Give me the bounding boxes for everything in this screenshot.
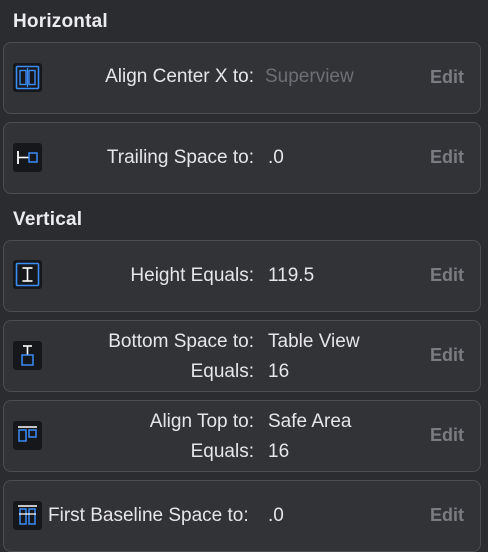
constraint-label-equals: Equals: bbox=[190, 361, 254, 382]
constraint-row-bottom-space[interactable]: Bottom Space to: Table View Equals: 16 E… bbox=[3, 320, 481, 392]
edit-button[interactable]: Edit bbox=[430, 505, 464, 526]
constraint-value[interactable]: Superview bbox=[265, 66, 354, 88]
edit-button[interactable]: Edit bbox=[430, 147, 464, 168]
constraint-value[interactable]: .0 bbox=[268, 147, 284, 169]
align-center-x-icon bbox=[13, 63, 42, 92]
edit-button[interactable]: Edit bbox=[430, 67, 464, 88]
section-title-vertical: Vertical bbox=[13, 209, 83, 230]
constraint-label: Align Center X to: bbox=[105, 66, 254, 87]
bottom-space-icon bbox=[13, 341, 42, 370]
constraint-row-align-center-x[interactable]: Align Center X to: Superview Edit bbox=[3, 42, 481, 114]
constraint-row-height[interactable]: Height Equals: 119.5 Edit bbox=[3, 240, 481, 312]
constraint-value[interactable]: Table View bbox=[268, 331, 360, 353]
constraint-label: Bottom Space to: bbox=[108, 331, 254, 352]
constraint-label: Trailing Space to: bbox=[106, 147, 254, 168]
constraint-value[interactable]: .0 bbox=[268, 505, 284, 527]
constraint-row-trailing-space[interactable]: Trailing Space to: .0 Edit bbox=[3, 122, 481, 194]
constraint-label: First Baseline Space to: bbox=[48, 505, 249, 526]
constraint-label: Align Top to: bbox=[149, 411, 254, 432]
trailing-space-icon bbox=[13, 143, 42, 172]
constraint-label-equals: Equals: bbox=[190, 441, 254, 462]
constraint-value-equals[interactable]: 16 bbox=[268, 441, 289, 463]
edit-button[interactable]: Edit bbox=[430, 345, 464, 366]
height-icon bbox=[13, 260, 42, 289]
constraint-value[interactable]: 119.5 bbox=[268, 265, 314, 287]
edit-button[interactable]: Edit bbox=[430, 425, 464, 446]
constraint-label: Height Equals: bbox=[130, 265, 254, 286]
edit-button[interactable]: Edit bbox=[430, 265, 464, 286]
align-top-icon bbox=[13, 421, 42, 450]
constraint-row-align-top[interactable]: Align Top to: Safe Area Equals: 16 Edit bbox=[3, 400, 481, 472]
constraint-value-equals[interactable]: 16 bbox=[268, 361, 289, 383]
section-title-horizontal: Horizontal bbox=[13, 11, 108, 32]
first-baseline-icon bbox=[13, 501, 42, 530]
constraint-row-first-baseline[interactable]: First Baseline Space to: .0 Edit bbox=[3, 480, 481, 552]
constraint-value[interactable]: Safe Area bbox=[268, 411, 351, 433]
